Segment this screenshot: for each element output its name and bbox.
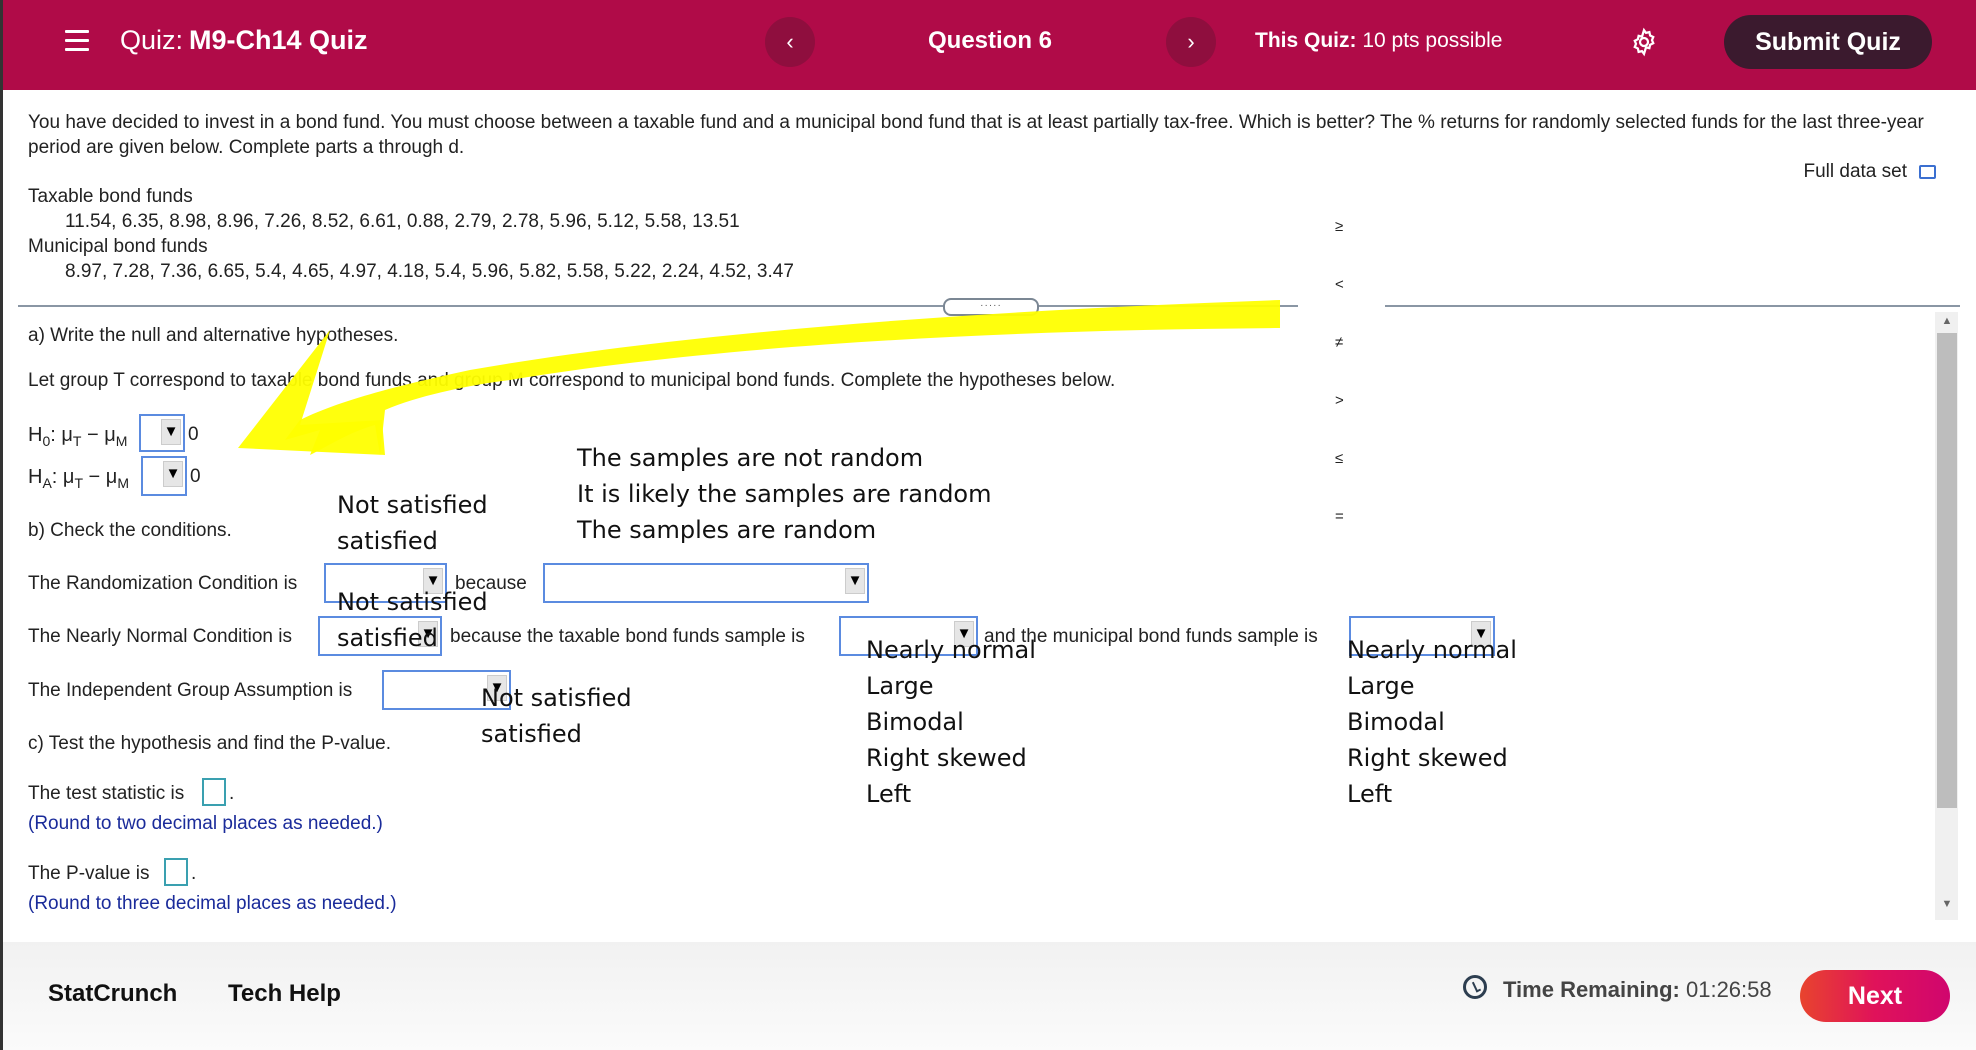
operator-option[interactable]: > xyxy=(1335,392,1344,409)
municipal-label: Municipal bond funds xyxy=(28,236,208,257)
pane-divider xyxy=(18,305,1298,307)
statcrunch-link[interactable]: StatCrunch xyxy=(48,980,177,1008)
quiz-points: This Quiz: 10 pts possible xyxy=(1255,29,1502,53)
next-button[interactable]: Next xyxy=(1800,970,1950,1022)
question-number: Question 6 xyxy=(928,27,1053,54)
operator-option[interactable]: < xyxy=(1335,276,1344,293)
points-value: 10 pts possible xyxy=(1362,29,1503,52)
municipal-shape-options-overlay: Nearly normal Large Bimodal Right skewed… xyxy=(1347,632,1517,812)
period: . xyxy=(229,783,235,804)
option-shape[interactable]: Right skewed xyxy=(866,740,1036,776)
option-reason[interactable]: The samples are not random xyxy=(577,440,992,476)
option-not-satisfied[interactable]: Not satisfied xyxy=(337,584,488,620)
option-shape[interactable]: Nearly normal xyxy=(866,632,1036,668)
option-shape[interactable]: Bimodal xyxy=(866,704,1036,740)
pvalue-input[interactable] xyxy=(164,858,188,886)
null-hypothesis-label: H0: μT − μM xyxy=(28,424,128,449)
quiz-title: Quiz: M9-Ch14 Quiz xyxy=(120,25,368,56)
option-shape[interactable]: Right skewed xyxy=(1347,740,1517,776)
operator-option[interactable]: ≤ xyxy=(1335,450,1343,467)
previous-question-button[interactable]: ‹ xyxy=(765,17,815,67)
time-remaining: Time Remaining: 01:26:58 xyxy=(1503,977,1772,1003)
taxable-label: Taxable bond funds xyxy=(28,186,193,207)
test-statistic-hint: (Round to two decimal places as needed.) xyxy=(28,813,383,834)
dropdown-arrow-icon: ▼ xyxy=(845,568,865,594)
option-satisfied[interactable]: satisfied xyxy=(337,523,488,559)
option-satisfied[interactable]: satisfied xyxy=(337,620,488,656)
quiz-footer: StatCrunch Tech Help Time Remaining: 01:… xyxy=(3,942,1976,1050)
quiz-header: Quiz: M9-Ch14 Quiz ‹ Question 6 › This Qu… xyxy=(3,0,1976,90)
quiz-prefix: Quiz: xyxy=(120,25,184,55)
popup-window-icon xyxy=(1919,164,1936,179)
reason-options-overlay: The samples are not random It is likely … xyxy=(577,440,992,548)
taxable-values: 11.54, 6.35, 8.98, 8.96, 7.26, 8.52, 6.6… xyxy=(65,211,740,232)
settings-gear-icon[interactable] xyxy=(1629,27,1659,57)
operator-option[interactable]: ≠ xyxy=(1335,334,1343,351)
independent-options-overlay: Not satisfied satisfied xyxy=(481,680,632,752)
time-remaining-label: Time Remaining: xyxy=(1503,977,1680,1002)
period: . xyxy=(191,863,197,884)
next-question-button[interactable]: › xyxy=(1166,17,1216,67)
option-shape[interactable]: Left xyxy=(866,776,1036,812)
part-c-heading: c) Test the hypothesis and find the P-va… xyxy=(28,733,391,754)
full-data-label: Full data set xyxy=(1803,161,1908,182)
pvalue-label: The P-value is xyxy=(28,863,150,884)
points-label: This Quiz: xyxy=(1255,29,1357,52)
dropdown-arrow-icon: ▼ xyxy=(163,461,183,487)
pvalue-hint: (Round to three decimal places as needed… xyxy=(28,893,397,914)
operator-option[interactable]: ≥ xyxy=(1335,218,1343,235)
randomization-options-overlay: Not satisfied satisfied xyxy=(337,487,488,559)
taxable-sample-label: because the taxable bond funds sample is xyxy=(450,626,805,647)
null-hypothesis-rhs: 0 xyxy=(188,424,199,445)
pane-divider-right xyxy=(1385,305,1960,307)
operator-option[interactable]: = xyxy=(1335,508,1344,525)
test-statistic-label: The test statistic is xyxy=(28,783,185,804)
part-b-heading: b) Check the conditions. xyxy=(28,520,232,541)
option-shape[interactable]: Large xyxy=(1347,668,1517,704)
scrollbar-thumb[interactable] xyxy=(1937,333,1957,808)
window-border xyxy=(0,0,3,1050)
dropdown-arrow-icon: ▼ xyxy=(161,419,181,445)
independent-group-label: The Independent Group Assumption is xyxy=(28,680,353,701)
scroll-up-arrow-icon[interactable]: ▲ xyxy=(1937,315,1957,333)
quiz-name: M9-Ch14 Quiz xyxy=(189,25,368,55)
option-shape[interactable]: Left xyxy=(1347,776,1517,812)
option-satisfied[interactable]: satisfied xyxy=(481,716,632,752)
tech-help-link[interactable]: Tech Help xyxy=(228,980,341,1008)
part-a-instruction: Let group T correspond to taxable bond f… xyxy=(28,370,1116,391)
submit-quiz-button[interactable]: Submit Quiz xyxy=(1724,15,1932,69)
full-data-set-link[interactable]: Full data set xyxy=(1803,161,1936,183)
time-remaining-value: 01:26:58 xyxy=(1685,977,1772,1002)
randomization-label: The Randomization Condition is xyxy=(28,573,298,594)
alt-hypothesis-label: HA: μT − μM xyxy=(28,466,129,491)
part-a-heading: a) Write the null and alternative hypoth… xyxy=(28,325,399,346)
nearly-normal-label: The Nearly Normal Condition is xyxy=(28,626,292,647)
alt-hypothesis-operator-select[interactable]: ▼ xyxy=(141,456,187,496)
menu-icon[interactable] xyxy=(65,30,89,52)
null-hypothesis-operator-select[interactable]: ▼ xyxy=(139,414,185,452)
taxable-shape-options-overlay: Nearly normal Large Bimodal Right skewed… xyxy=(866,632,1036,812)
pane-resize-handle[interactable]: ····· xyxy=(943,298,1039,316)
question-intro: You have decided to invest in a bond fun… xyxy=(28,112,1924,158)
alt-hypothesis-rhs: 0 xyxy=(190,466,201,487)
randomization-reason-select[interactable]: ▼ xyxy=(543,563,869,603)
option-shape[interactable]: Large xyxy=(866,668,1036,704)
option-not-satisfied[interactable]: Not satisfied xyxy=(481,680,632,716)
option-not-satisfied[interactable]: Not satisfied xyxy=(337,487,488,523)
scroll-down-arrow-icon[interactable]: ▼ xyxy=(1937,898,1957,916)
municipal-values: 8.97, 7.28, 7.36, 6.65, 5.4, 4.65, 4.97,… xyxy=(65,261,794,282)
test-statistic-input[interactable] xyxy=(202,778,226,806)
option-reason[interactable]: It is likely the samples are random xyxy=(577,476,992,512)
nearly-normal-options-overlay: Not satisfied satisfied xyxy=(337,584,488,656)
option-reason[interactable]: The samples are random xyxy=(577,512,992,548)
option-shape[interactable]: Nearly normal xyxy=(1347,632,1517,668)
clock-icon xyxy=(1463,975,1487,999)
option-shape[interactable]: Bimodal xyxy=(1347,704,1517,740)
